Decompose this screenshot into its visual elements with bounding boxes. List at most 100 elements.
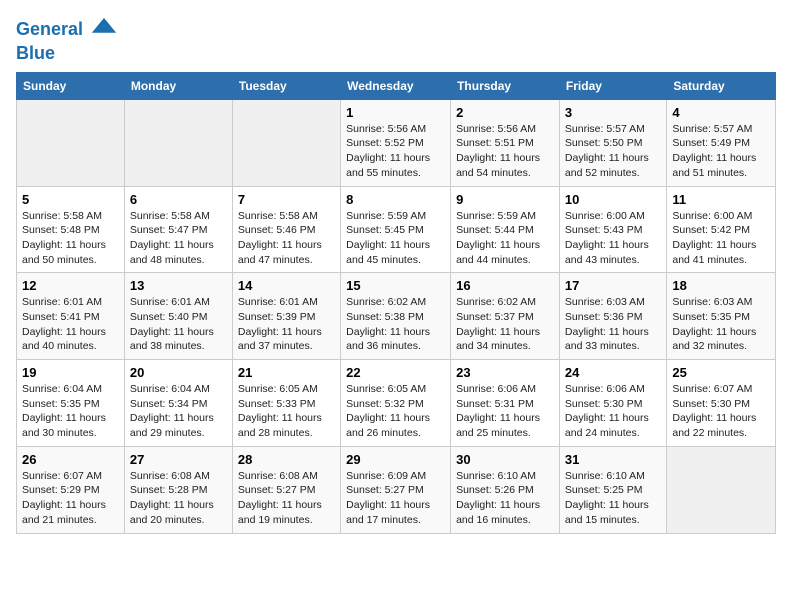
day-number: 9 [456,192,554,207]
header-monday: Monday [124,72,232,99]
day-number: 14 [238,278,335,293]
header-tuesday: Tuesday [232,72,340,99]
day-info: Sunrise: 6:04 AMSunset: 5:35 PMDaylight:… [22,382,119,441]
day-number: 28 [238,452,335,467]
day-number: 7 [238,192,335,207]
day-cell [124,99,232,186]
header-saturday: Saturday [667,72,776,99]
day-cell: 12 Sunrise: 6:01 AMSunset: 5:41 PMDayligh… [17,273,125,360]
day-cell: 15 Sunrise: 6:02 AMSunset: 5:38 PMDayligh… [341,273,451,360]
day-cell: 7 Sunrise: 5:58 AMSunset: 5:46 PMDaylight… [232,186,340,273]
day-info: Sunrise: 5:56 AMSunset: 5:51 PMDaylight:… [456,122,554,181]
day-number: 22 [346,365,445,380]
day-cell: 31 Sunrise: 6:10 AMSunset: 5:25 PMDayligh… [559,446,666,533]
day-number: 12 [22,278,119,293]
day-cell: 22 Sunrise: 6:05 AMSunset: 5:32 PMDayligh… [341,360,451,447]
day-info: Sunrise: 6:03 AMSunset: 5:36 PMDaylight:… [565,295,661,354]
day-info: Sunrise: 5:57 AMSunset: 5:50 PMDaylight:… [565,122,661,181]
day-cell: 3 Sunrise: 5:57 AMSunset: 5:50 PMDaylight… [559,99,666,186]
day-number: 17 [565,278,661,293]
day-cell: 20Sunrise: 6:04 AMSunset: 5:34 PMDayligh… [124,360,232,447]
week-row-3: 12 Sunrise: 6:01 AMSunset: 5:41 PMDayligh… [17,273,776,360]
day-cell: 18Sunrise: 6:03 AMSunset: 5:35 PMDayligh… [667,273,776,360]
day-info: Sunrise: 5:59 AMSunset: 5:45 PMDaylight:… [346,209,445,268]
day-number: 13 [130,278,227,293]
day-info: Sunrise: 6:09 AMSunset: 5:27 PMDaylight:… [346,469,445,528]
day-info: Sunrise: 5:58 AMSunset: 5:46 PMDaylight:… [238,209,335,268]
day-cell: 4 Sunrise: 5:57 AMSunset: 5:49 PMDaylight… [667,99,776,186]
day-number: 16 [456,278,554,293]
day-cell: 14 Sunrise: 6:01 AMSunset: 5:39 PMDayligh… [232,273,340,360]
day-number: 31 [565,452,661,467]
day-info: Sunrise: 5:57 AMSunset: 5:49 PMDaylight:… [672,122,770,181]
day-number: 23 [456,365,554,380]
day-cell [667,446,776,533]
day-cell: 16 Sunrise: 6:02 AMSunset: 5:37 PMDayligh… [451,273,560,360]
day-cell: 1Sunrise: 5:56 AMSunset: 5:52 PMDaylight… [341,99,451,186]
calendar-table: SundayMondayTuesdayWednesdayThursdayFrid… [16,72,776,534]
day-cell: 2 Sunrise: 5:56 AMSunset: 5:51 PMDaylight… [451,99,560,186]
week-row-2: 5 Sunrise: 5:58 AMSunset: 5:48 PMDaylight… [17,186,776,273]
header-row: SundayMondayTuesdayWednesdayThursdayFrid… [17,72,776,99]
day-number: 2 [456,105,554,120]
day-info: Sunrise: 6:07 AMSunset: 5:29 PMDaylight:… [22,469,119,528]
day-info: Sunrise: 6:05 AMSunset: 5:32 PMDaylight:… [346,382,445,441]
day-info: Sunrise: 6:00 AMSunset: 5:43 PMDaylight:… [565,209,661,268]
day-cell: 11 Sunrise: 6:00 AMSunset: 5:42 PMDayligh… [667,186,776,273]
day-info: Sunrise: 6:08 AMSunset: 5:28 PMDaylight:… [130,469,227,528]
week-row-4: 19Sunrise: 6:04 AMSunset: 5:35 PMDayligh… [17,360,776,447]
day-number: 1 [346,105,445,120]
day-cell: 19Sunrise: 6:04 AMSunset: 5:35 PMDayligh… [17,360,125,447]
day-cell: 28 Sunrise: 6:08 AMSunset: 5:27 PMDayligh… [232,446,340,533]
day-info: Sunrise: 5:59 AMSunset: 5:44 PMDaylight:… [456,209,554,268]
logo: General Blue [16,16,118,64]
day-cell: 26 Sunrise: 6:07 AMSunset: 5:29 PMDayligh… [17,446,125,533]
day-info: Sunrise: 6:08 AMSunset: 5:27 PMDaylight:… [238,469,335,528]
day-number: 29 [346,452,445,467]
day-info: Sunrise: 6:01 AMSunset: 5:40 PMDaylight:… [130,295,227,354]
day-cell: 9 Sunrise: 5:59 AMSunset: 5:44 PMDaylight… [451,186,560,273]
day-info: Sunrise: 6:02 AMSunset: 5:38 PMDaylight:… [346,295,445,354]
day-cell: 10 Sunrise: 6:00 AMSunset: 5:43 PMDayligh… [559,186,666,273]
day-number: 30 [456,452,554,467]
logo-blue: Blue [16,44,118,64]
day-cell: 27Sunrise: 6:08 AMSunset: 5:28 PMDayligh… [124,446,232,533]
day-number: 3 [565,105,661,120]
day-info: Sunrise: 6:01 AMSunset: 5:39 PMDaylight:… [238,295,335,354]
day-cell: 30Sunrise: 6:10 AMSunset: 5:26 PMDayligh… [451,446,560,533]
week-row-1: 1Sunrise: 5:56 AMSunset: 5:52 PMDaylight… [17,99,776,186]
day-number: 4 [672,105,770,120]
day-info: Sunrise: 6:10 AMSunset: 5:25 PMDaylight:… [565,469,661,528]
logo-icon [90,16,118,44]
day-cell: 21Sunrise: 6:05 AMSunset: 5:33 PMDayligh… [232,360,340,447]
day-number: 8 [346,192,445,207]
day-cell: 25Sunrise: 6:07 AMSunset: 5:30 PMDayligh… [667,360,776,447]
day-info: Sunrise: 6:04 AMSunset: 5:34 PMDaylight:… [130,382,227,441]
day-number: 15 [346,278,445,293]
day-number: 5 [22,192,119,207]
header-friday: Friday [559,72,666,99]
day-info: Sunrise: 6:06 AMSunset: 5:30 PMDaylight:… [565,382,661,441]
day-number: 25 [672,365,770,380]
day-info: Sunrise: 6:02 AMSunset: 5:37 PMDaylight:… [456,295,554,354]
day-number: 10 [565,192,661,207]
day-info: Sunrise: 6:06 AMSunset: 5:31 PMDaylight:… [456,382,554,441]
header-sunday: Sunday [17,72,125,99]
day-info: Sunrise: 6:00 AMSunset: 5:42 PMDaylight:… [672,209,770,268]
day-info: Sunrise: 5:58 AMSunset: 5:47 PMDaylight:… [130,209,227,268]
day-number: 18 [672,278,770,293]
logo-general: General [16,19,83,39]
day-cell: 29 Sunrise: 6:09 AMSunset: 5:27 PMDayligh… [341,446,451,533]
day-number: 11 [672,192,770,207]
day-cell: 24 Sunrise: 6:06 AMSunset: 5:30 PMDayligh… [559,360,666,447]
day-info: Sunrise: 6:01 AMSunset: 5:41 PMDaylight:… [22,295,119,354]
day-number: 24 [565,365,661,380]
day-number: 21 [238,365,335,380]
day-cell [232,99,340,186]
day-cell: 23 Sunrise: 6:06 AMSunset: 5:31 PMDayligh… [451,360,560,447]
header-wednesday: Wednesday [341,72,451,99]
day-number: 6 [130,192,227,207]
day-cell: 13 Sunrise: 6:01 AMSunset: 5:40 PMDayligh… [124,273,232,360]
day-info: Sunrise: 5:58 AMSunset: 5:48 PMDaylight:… [22,209,119,268]
day-number: 26 [22,452,119,467]
